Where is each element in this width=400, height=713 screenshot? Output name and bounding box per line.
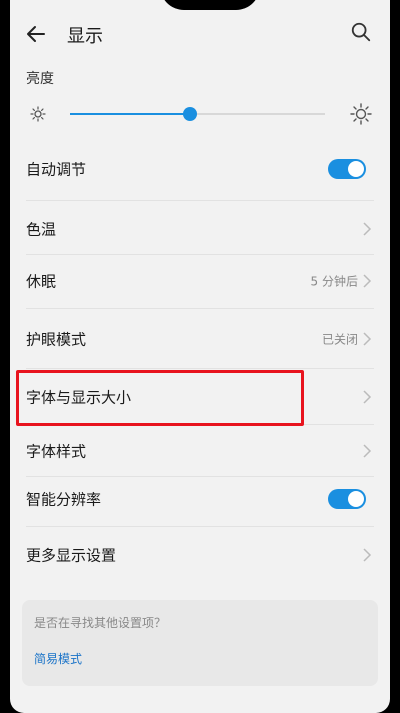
simple-mode-link[interactable]: 简易模式 (34, 650, 82, 667)
settings-screen: 显示 亮度 自动调节 色温 休眠 5 分钟后 护眼模式 已关闭 字体与显示大小 … (10, 0, 390, 713)
row-label: 护眼模式 (26, 330, 87, 349)
row-auto-adjust[interactable]: 自动调节 (10, 142, 390, 196)
divider (26, 200, 374, 201)
chevron-right-icon (363, 332, 372, 346)
row-value: 5 分钟后 (310, 274, 358, 289)
chevron-right-icon (363, 548, 372, 562)
divider (26, 308, 374, 309)
brightness-slider[interactable] (70, 107, 325, 121)
row-value: 已关闭 (321, 332, 358, 347)
suggestion-card: 是否在寻找其他设置项？ 简易模式 (22, 600, 378, 686)
header-bar: 显示 (10, 14, 390, 54)
row-label: 智能分辨率 (26, 490, 102, 509)
row-label: 休眠 (26, 272, 57, 291)
chevron-right-icon (363, 444, 372, 458)
row-more-display-settings[interactable]: 更多显示设置 (10, 528, 390, 582)
divider (26, 368, 374, 369)
search-icon[interactable] (350, 21, 372, 43)
row-label: 更多显示设置 (26, 546, 117, 565)
suggestion-question: 是否在寻找其他设置项？ (34, 616, 167, 630)
chevron-right-icon (363, 274, 372, 288)
highlight-box (16, 370, 304, 426)
divider (26, 526, 374, 527)
row-font-style[interactable]: 字体样式 (10, 424, 390, 478)
brightness-high-icon (350, 103, 372, 125)
row-sleep[interactable]: 休眠 5 分钟后 (10, 254, 390, 308)
smart-resolution-toggle[interactable] (328, 489, 366, 509)
auto-adjust-toggle[interactable] (328, 159, 366, 179)
row-eye-comfort[interactable]: 护眼模式 已关闭 (10, 312, 390, 366)
brightness-low-icon (30, 106, 46, 122)
brightness-label: 亮度 (26, 71, 54, 87)
brightness-slider-fill (70, 113, 190, 115)
camera-notch (160, 0, 260, 10)
row-label: 自动调节 (26, 160, 87, 179)
row-smart-resolution[interactable]: 智能分辨率 (10, 472, 390, 526)
chevron-right-icon (363, 390, 372, 404)
back-arrow-icon[interactable] (24, 22, 48, 46)
toggle-knob (348, 161, 364, 177)
page-title: 显示 (67, 26, 103, 47)
chevron-right-icon (363, 222, 372, 236)
row-label: 字体样式 (26, 442, 87, 461)
row-label: 色温 (26, 220, 57, 239)
toggle-knob (348, 491, 364, 507)
row-color-temperature[interactable]: 色温 (10, 202, 390, 256)
brightness-slider-thumb[interactable] (182, 107, 197, 121)
